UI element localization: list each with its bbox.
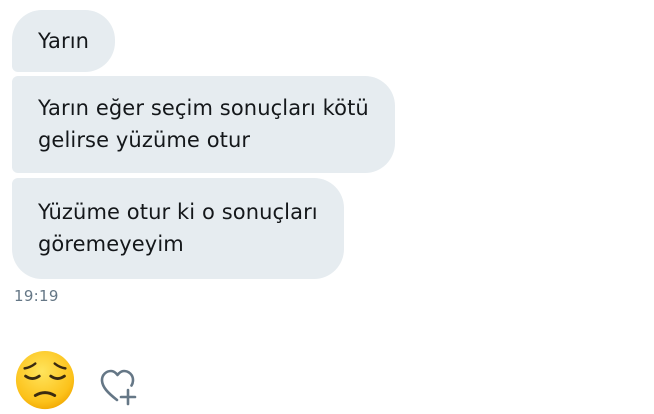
message-line: göremeyeyim [38,232,184,256]
message-bubble[interactable]: Yarın eğer seçim sonuçları kötü gelirse … [12,76,395,173]
reactions-bar [14,345,142,411]
pensive-face-emoji-icon[interactable] [14,349,76,411]
message-line: gelirse yüzüme otur [38,128,251,152]
message-line: Yarın eğer seçim sonuçları kötü [38,96,369,120]
message-line: Yüzüme otur ki o sonuçları [38,200,318,224]
message-thread: Yarın Yarın eğer seçim sonuçları kötü ge… [12,10,642,279]
message-timestamp: 19:19 [14,287,59,305]
message: Yüzüme otur ki o sonuçları göremeyeyim [12,173,642,279]
message: Yarın [12,10,642,72]
message: Yarın eğer seçim sonuçları kötü gelirse … [12,72,642,173]
message-text: Yarın [38,29,90,53]
add-reaction-heart-icon[interactable] [98,365,142,409]
message-bubble[interactable]: Yarın [12,10,116,72]
message-bubble[interactable]: Yüzüme otur ki o sonuçları göremeyeyim [12,178,344,279]
